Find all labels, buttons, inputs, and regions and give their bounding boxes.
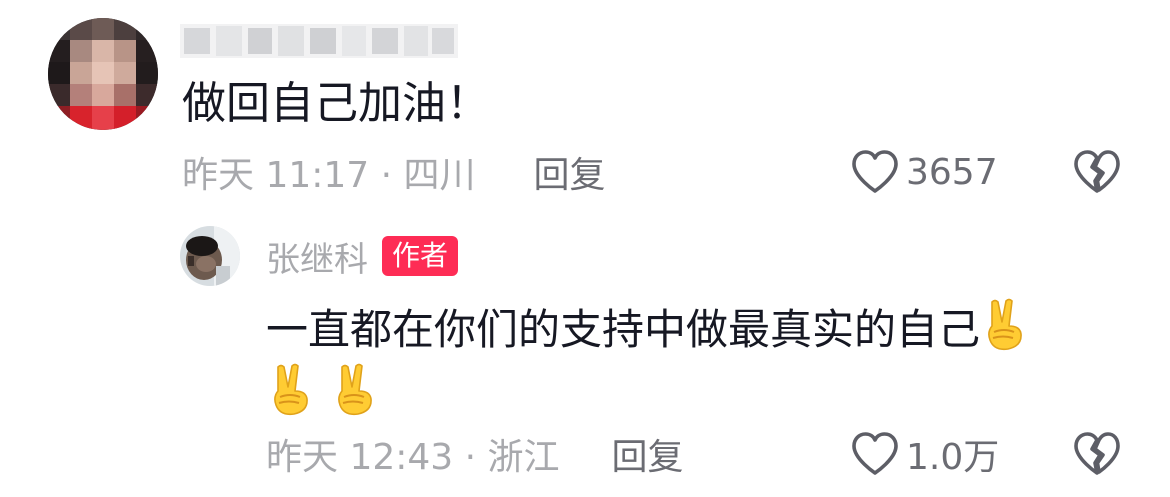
- username-obscured[interactable]: [180, 20, 458, 62]
- reply-like-button[interactable]: 1.0万: [850, 428, 999, 480]
- comment-time-location: 昨天 11:17 · 四川: [182, 155, 476, 196]
- victory-hand-emoji: [330, 361, 380, 417]
- broken-heart-icon: [1074, 432, 1120, 475]
- heart-outline-icon: [852, 432, 898, 475]
- victory-hand-emoji: [980, 296, 1030, 352]
- username-mosaic: [180, 24, 458, 58]
- reply-reply-button[interactable]: 回复: [612, 428, 684, 480]
- reply-avatar-image: [180, 226, 240, 286]
- reply-time-location: 昨天 12:43 · 浙江: [266, 437, 560, 478]
- like-button[interactable]: 3657: [850, 146, 998, 198]
- like-count: 3657: [906, 151, 998, 193]
- comment-meta: 昨天 11:17 · 四川 回复: [182, 146, 606, 198]
- victory-hand-emoji: [266, 361, 316, 417]
- reply-like-count: 1.0万: [906, 437, 1000, 478]
- reply-text: 一直都在你们的支持中做最真实的自己: [266, 305, 981, 354]
- avatar[interactable]: [48, 18, 158, 130]
- reply-username[interactable]: 张继科: [266, 232, 368, 281]
- heart-outline-icon: [852, 150, 898, 193]
- author-badge: 作者: [382, 236, 459, 276]
- reply-button[interactable]: 回复: [534, 146, 606, 198]
- avatar-image: [48, 18, 158, 130]
- reply-header: 张继科 作者: [266, 232, 459, 281]
- reply-dislike-button[interactable]: [1072, 428, 1122, 480]
- reply-text-container: 一直都在你们的支持中做最真实的自己: [266, 296, 1126, 426]
- comment-text: 做回自己加油！: [182, 78, 490, 129]
- reply-avatar[interactable]: [180, 226, 240, 286]
- reply-meta: 昨天 12:43 · 浙江 回复: [266, 428, 684, 480]
- broken-heart-icon: [1074, 150, 1120, 193]
- dislike-button[interactable]: [1072, 146, 1122, 198]
